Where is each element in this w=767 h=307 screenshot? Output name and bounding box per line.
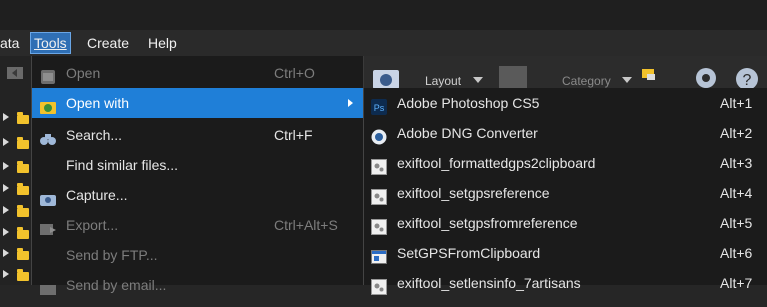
submenu-item-shortcut: Alt+6 [720,245,753,261]
email-icon [39,277,57,295]
submenu-item-dng-converter[interactable]: Adobe DNG Converter Alt+2 [364,118,767,148]
folder-icon [17,112,29,124]
menu-tools[interactable]: Tools [30,32,71,54]
tools-menu: Open Ctrl+O Open with Search... Ctrl+F F… [31,56,364,295]
submenu-item-shortcut: Alt+7 [720,275,753,291]
script-icon [371,215,387,235]
submenu-item-shortcut: Alt+2 [720,125,753,141]
submenu-item-label: exiftool_setlensinfo_7artisans [397,275,581,291]
submenu-item-label: exiftool_setgpsreference [397,185,550,201]
window-top-band [0,0,767,30]
submenu-item-setgpsfromclipboard[interactable]: SetGPSFromClipboard Alt+6 [364,238,767,268]
folder-icon [17,205,29,217]
export-icon [39,217,57,235]
menu-create[interactable]: Create [84,33,132,53]
menu-item-shortcut: Ctrl+O [274,65,315,81]
camera-toolbar-icon[interactable] [372,66,400,90]
menu-data-label: ata [0,35,20,51]
category-label[interactable]: Category [562,74,611,88]
menu-item-send-email[interactable]: Send by email... [32,270,363,300]
expand-arrow-icon[interactable] [3,113,9,121]
menu-data[interactable]: ata [0,33,22,53]
submenu-item-photoshop[interactable]: Ps Adobe Photoshop CS5 Alt+1 [364,88,767,118]
category-dropdown-icon[interactable] [622,77,632,83]
binoculars-icon [39,127,57,145]
submenu-item-label: exiftool_setgpsfromreference [397,215,578,231]
expand-arrow-icon[interactable] [3,206,9,214]
folder-icon [17,183,29,195]
menu-item-label: Send by email... [66,277,167,293]
menu-item-label: Send by FTP... [66,247,158,263]
expand-arrow-icon[interactable] [3,270,9,278]
menu-item-find-similar[interactable]: Find similar files... [32,150,363,180]
layout-dropdown-icon[interactable] [473,77,483,83]
layout-label[interactable]: Layout [425,74,461,88]
menu-item-label: Export... [66,217,119,233]
expand-arrow-icon[interactable] [3,249,9,257]
folder-icon [17,137,29,149]
menu-item-label: Open [66,65,101,81]
svg-text:?: ? [743,72,752,89]
submenu-item-shortcut: Alt+1 [720,95,753,111]
menu-item-label: Search... [66,127,123,143]
menu-item-export[interactable]: Export... Ctrl+Alt+S [32,210,363,240]
script-icon [371,275,387,295]
menu-bar: ata Tools Create Help [0,30,767,56]
script-icon [371,185,387,205]
open-with-folder-icon [39,95,57,114]
submenu-item-exiftool-setgpsfromreference[interactable]: exiftool_setgpsfromreference Alt+5 [364,208,767,238]
gear-icon[interactable] [692,64,720,90]
script-icon [371,155,387,175]
menu-create-label: Create [87,35,130,51]
menu-item-open-with[interactable]: Open with [32,88,363,118]
expand-arrow-icon[interactable] [3,228,9,236]
folder-tree [0,56,32,285]
submenu-item-exiftool-formattedgps[interactable]: exiftool_formattedgps2clipboard Alt+3 [364,148,767,178]
folder-icon [17,161,29,173]
camera-icon [39,187,57,206]
submenu-item-label: Adobe Photoshop CS5 [397,95,540,111]
open-file-icon [39,65,57,84]
svg-text:Ps: Ps [374,103,385,113]
folder-icon [17,248,29,260]
expand-arrow-icon[interactable] [3,184,9,192]
help-icon[interactable]: ? [734,66,760,90]
menu-item-label: Find similar files... [66,157,179,173]
folder-icon [17,227,29,239]
open-with-submenu: Ps Adobe Photoshop CS5 Alt+1 Adobe DNG C… [363,88,767,295]
menu-item-capture[interactable]: Capture... [32,180,363,210]
grid-view-icon[interactable] [499,66,527,90]
folder-icon [17,269,29,281]
menu-item-send-ftp[interactable]: Send by FTP... [32,240,363,270]
menu-item-label: Open with [66,95,130,111]
menu-item-shortcut: Ctrl+F [274,127,313,143]
menu-tools-label: Tools [34,35,67,51]
submenu-item-shortcut: Alt+5 [720,215,753,231]
menu-help-label: Help [148,35,177,51]
browser-toolbar: Layout Category ? [362,56,767,90]
app-window-icon [371,245,387,264]
toolbar-back-icon[interactable] [4,64,26,82]
submenu-item-exiftool-setgpsreference[interactable]: exiftool_setgpsreference Alt+4 [364,178,767,208]
submenu-item-exiftool-setlensinfo[interactable]: exiftool_setlensinfo_7artisans Alt+7 [364,268,767,298]
menu-item-open[interactable]: Open Ctrl+O [32,58,363,88]
menu-item-shortcut: Ctrl+Alt+S [274,217,338,233]
submenu-item-label: Adobe DNG Converter [397,125,538,141]
folder-small-icon[interactable] [641,66,655,80]
expand-arrow-icon[interactable] [3,138,9,146]
menu-item-label: Capture... [66,187,128,203]
submenu-arrow-icon [348,99,353,107]
menu-item-search[interactable]: Search... Ctrl+F [32,120,363,150]
dng-converter-icon [371,125,387,145]
expand-arrow-icon[interactable] [3,162,9,170]
submenu-item-label: exiftool_formattedgps2clipboard [397,155,596,171]
submenu-item-shortcut: Alt+4 [720,185,753,201]
photoshop-icon: Ps [371,95,387,115]
menu-help[interactable]: Help [145,33,180,53]
submenu-item-label: SetGPSFromClipboard [397,245,541,261]
submenu-item-shortcut: Alt+3 [720,155,753,171]
